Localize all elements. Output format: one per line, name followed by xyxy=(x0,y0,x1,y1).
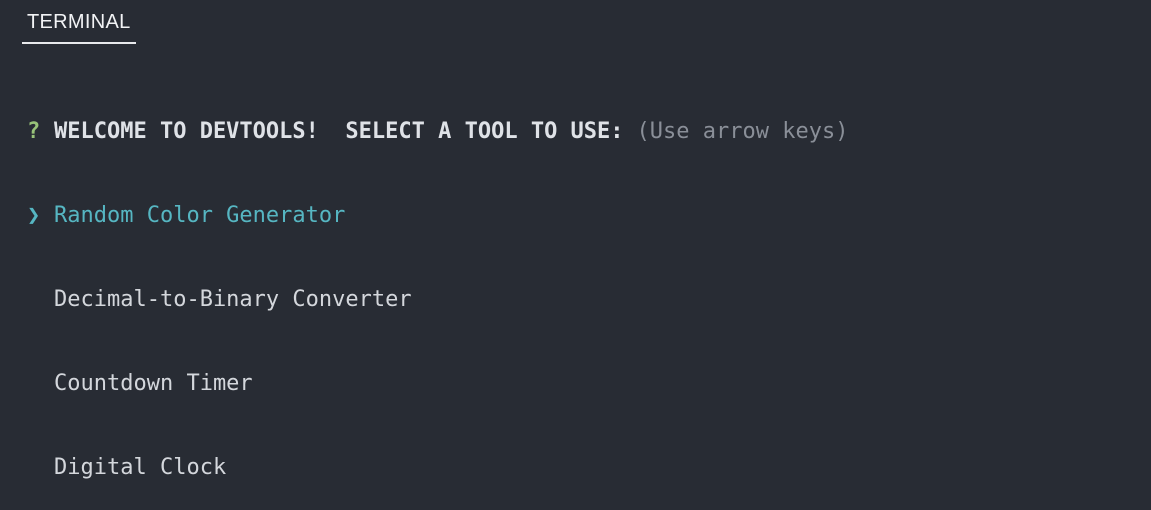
prompt-message: WELCOME TO DEVTOOLS! SELECT A TOOL TO US… xyxy=(54,119,624,144)
menu-option-countdown-timer[interactable]: Countdown Timer xyxy=(54,370,253,398)
menu-option-row[interactable]: Decimal-to-Binary Converter xyxy=(27,286,1151,314)
menu-option-row[interactable]: ❯ Random Color Generator xyxy=(27,202,1151,230)
menu-option-decimal-to-binary-converter[interactable]: Decimal-to-Binary Converter xyxy=(54,286,412,314)
menu-option-row[interactable]: Digital Clock xyxy=(27,454,1151,482)
prompt-hint: (Use arrow keys) xyxy=(636,119,849,144)
menu-option-row[interactable]: Countdown Timer xyxy=(27,370,1151,398)
tab-terminal[interactable]: TERMINAL xyxy=(22,10,136,44)
prompt-line: ? WELCOME TO DEVTOOLS! SELECT A TOOL TO U… xyxy=(27,118,1151,146)
menu-option-digital-clock[interactable]: Digital Clock xyxy=(54,454,226,482)
terminal-output[interactable]: ? WELCOME TO DEVTOOLS! SELECT A TOOL TO U… xyxy=(27,62,1151,510)
question-mark-icon: ? xyxy=(27,119,41,144)
selection-pointer-icon: ❯ xyxy=(27,203,41,228)
panel-tab-bar: TERMINAL xyxy=(0,0,1151,46)
menu-option-random-color-generator[interactable]: Random Color Generator xyxy=(54,202,345,230)
